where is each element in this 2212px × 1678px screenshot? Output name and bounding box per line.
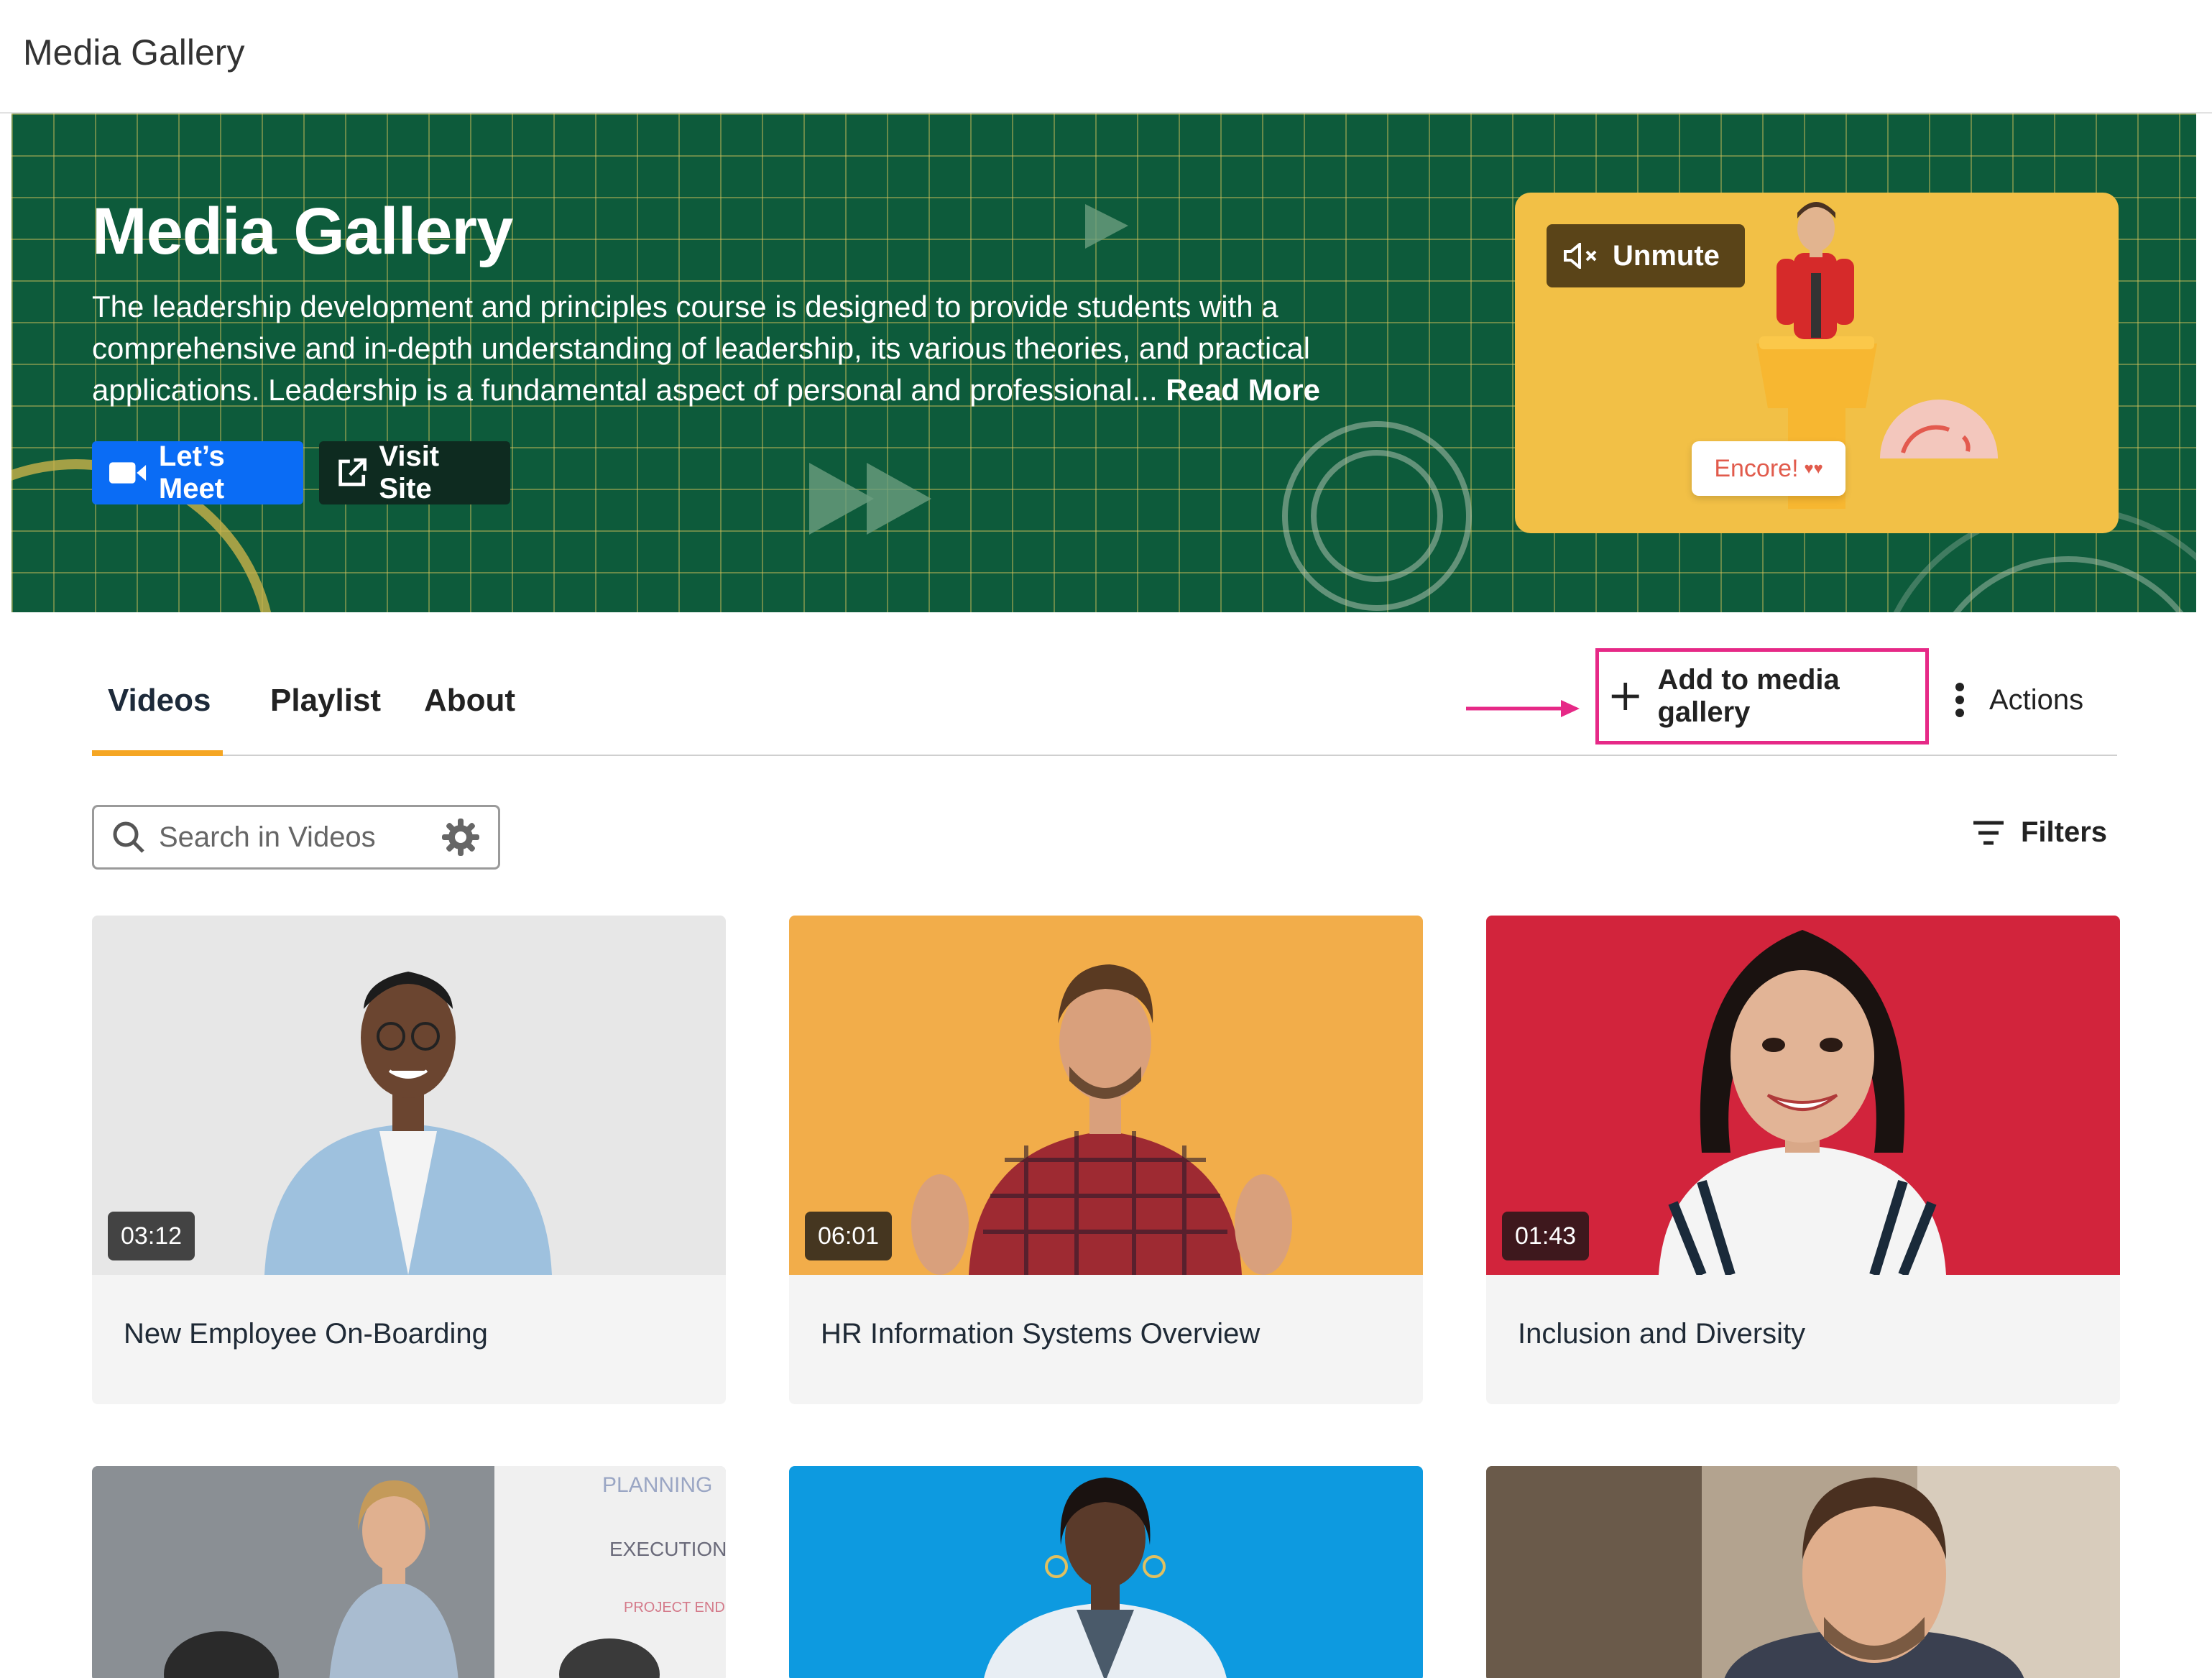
video-title[interactable]: HR Information Systems Overview bbox=[821, 1318, 1260, 1350]
pointer-arrow-icon bbox=[1466, 700, 1580, 717]
plus-icon bbox=[1611, 683, 1639, 710]
duration-badge: 01:43 bbox=[1502, 1212, 1590, 1260]
video-card[interactable]: 06:01 HR Information Systems Overview bbox=[789, 916, 1423, 1404]
active-tab-indicator bbox=[92, 750, 223, 756]
lets-meet-label: Let’s Meet bbox=[158, 441, 225, 504]
app-title: Media Gallery bbox=[23, 32, 245, 73]
actions-button[interactable]: Actions bbox=[1955, 678, 2083, 722]
search-input[interactable]: Search in Videos bbox=[92, 805, 500, 870]
search-icon bbox=[113, 821, 144, 853]
duration-badge: 03:12 bbox=[108, 1212, 195, 1260]
hero-description: The leadership development and principle… bbox=[92, 286, 1400, 411]
hero-video-player[interactable]: Unmute Encore! ♥♥ bbox=[1515, 193, 2119, 533]
filter-icon bbox=[1973, 821, 2004, 844]
person-photo bbox=[984, 1478, 1227, 1678]
search-placeholder: Search in Videos bbox=[159, 821, 376, 853]
person-photo bbox=[1486, 1466, 2120, 1678]
tab-playlist[interactable]: Playlist bbox=[270, 683, 381, 719]
tab-videos[interactable]: Videos bbox=[108, 683, 211, 719]
video-title[interactable]: New Employee On-Boarding bbox=[124, 1318, 488, 1350]
kebab-menu-icon bbox=[1955, 683, 1964, 717]
visit-site-button[interactable]: Visit Site bbox=[319, 441, 510, 504]
top-bar: Media Gallery bbox=[0, 0, 2212, 114]
actions-label: Actions bbox=[1989, 683, 2084, 716]
unmute-button[interactable]: Unmute bbox=[1547, 224, 1745, 287]
tab-about[interactable]: About bbox=[424, 683, 515, 719]
video-card[interactable] bbox=[1486, 1466, 2120, 1678]
whiteboard-text: PLANNING bbox=[602, 1473, 713, 1497]
speech-bubble-text: Encore! bbox=[1714, 454, 1799, 482]
read-more-link[interactable]: Read More bbox=[1166, 373, 1320, 407]
whiteboard-text: PROJECT END bbox=[624, 1600, 725, 1615]
video-thumbnail[interactable]: PLANNING EXECUTION PROJECT END bbox=[92, 1466, 726, 1678]
filters-label: Filters bbox=[2021, 816, 2108, 848]
video-camera-icon bbox=[109, 462, 147, 484]
speaker-muted-icon bbox=[1564, 243, 1597, 269]
whiteboard-text: EXECUTION bbox=[609, 1538, 726, 1560]
lets-meet-button[interactable]: Let’s Meet bbox=[92, 441, 303, 504]
hero-title: Media Gallery bbox=[92, 195, 513, 268]
video-card[interactable]: PLANNING EXECUTION PROJECT END bbox=[92, 1466, 726, 1678]
external-link-icon bbox=[338, 458, 367, 487]
gear-icon[interactable] bbox=[441, 817, 481, 857]
video-card[interactable]: 03:12 New Employee On-Boarding bbox=[92, 916, 726, 1404]
video-card[interactable]: 01:43 Inclusion and Diversity bbox=[1486, 916, 2120, 1404]
add-to-media-gallery-button[interactable]: Add to media gallery bbox=[1595, 648, 1929, 745]
video-thumbnail[interactable] bbox=[789, 1466, 1423, 1678]
video-thumbnail[interactable] bbox=[1486, 1466, 2120, 1678]
add-to-media-gallery-label: Add to media gallery bbox=[1657, 664, 1840, 728]
speech-bubble: Encore! ♥♥ bbox=[1692, 441, 1845, 496]
visit-site-label: Visit Site bbox=[379, 441, 440, 504]
person-photo bbox=[92, 1466, 726, 1678]
hero-description-text: The leadership development and principle… bbox=[92, 290, 1311, 407]
hearts-icon: ♥♥ bbox=[1804, 459, 1823, 477]
video-card[interactable] bbox=[789, 1466, 1423, 1678]
video-title[interactable]: Inclusion and Diversity bbox=[1518, 1318, 1805, 1350]
unmute-label: Unmute bbox=[1613, 239, 1720, 272]
duration-badge: 06:01 bbox=[805, 1212, 893, 1260]
hero-banner: Media Gallery The leadership development… bbox=[11, 114, 2196, 612]
filters-button[interactable]: Filters bbox=[1972, 816, 2107, 849]
